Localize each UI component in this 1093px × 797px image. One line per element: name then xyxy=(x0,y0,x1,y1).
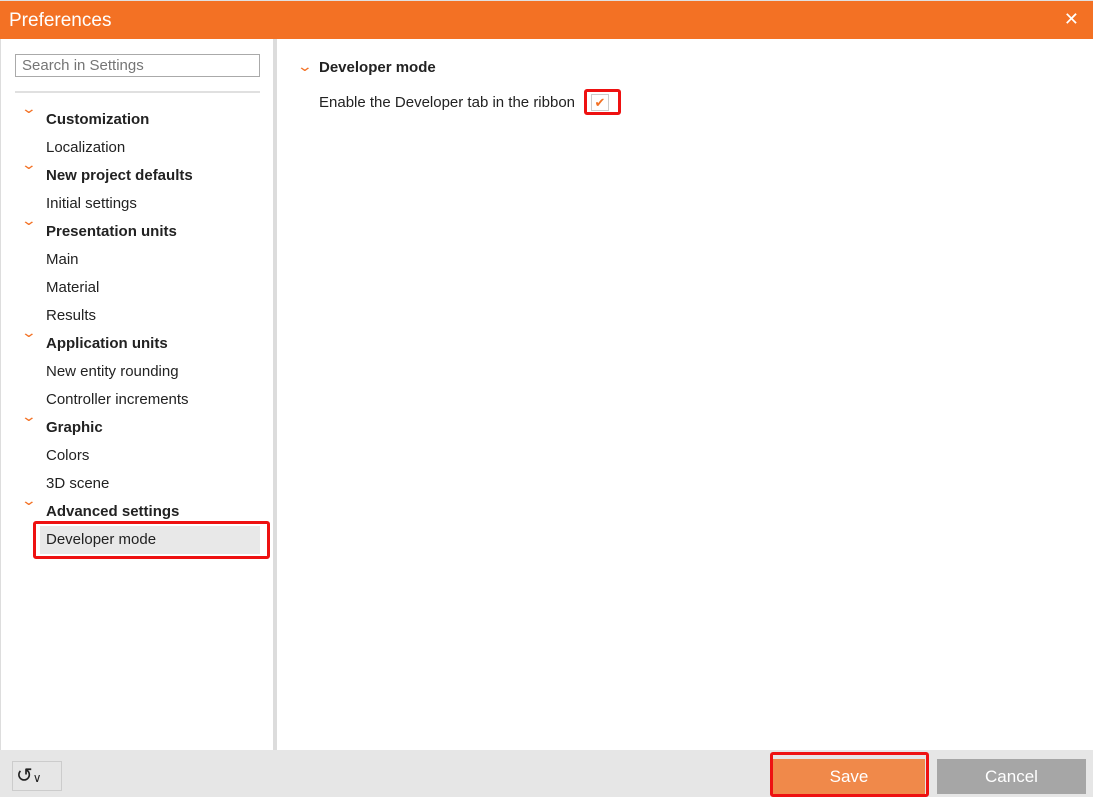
search-input[interactable] xyxy=(15,54,260,77)
pane-splitter[interactable] xyxy=(273,39,277,750)
chevron-down-icon[interactable]: ⌄ xyxy=(21,156,37,173)
chevron-down-icon[interactable]: ⌄ xyxy=(21,324,37,341)
option-label: Enable the Developer tab in the ribbon xyxy=(319,94,576,111)
tree-group[interactable]: Customization xyxy=(40,106,260,134)
tree-item[interactable]: Colors xyxy=(40,442,260,470)
tree-group[interactable]: Graphic xyxy=(40,414,260,442)
divider xyxy=(15,91,260,93)
chevron-down-icon[interactable]: ⌄ xyxy=(297,58,313,75)
tree-item[interactable]: Initial settings xyxy=(40,190,260,218)
tree-item[interactable]: Results xyxy=(40,302,260,330)
save-button[interactable]: Save xyxy=(773,759,925,794)
tree-group[interactable]: Presentation units xyxy=(40,218,260,246)
tree-item[interactable]: Localization xyxy=(40,134,260,162)
section-title: Developer mode xyxy=(319,59,436,76)
tree-item[interactable]: New entity rounding xyxy=(40,358,260,386)
close-icon[interactable]: ✕ xyxy=(1064,9,1079,30)
tree-item[interactable]: 3D scene xyxy=(40,470,260,498)
developer-tab-checkbox[interactable]: ✔ xyxy=(591,94,609,111)
settings-sidebar: ⌄CustomizationLocalization⌄New project d… xyxy=(0,39,274,750)
tree-item[interactable]: Controller increments xyxy=(40,386,260,414)
tree-item[interactable]: Material xyxy=(40,274,260,302)
chevron-down-icon[interactable]: ⌄ xyxy=(21,492,37,509)
chevron-down-icon[interactable]: ⌄ xyxy=(21,408,37,425)
cancel-button[interactable]: Cancel xyxy=(937,759,1086,794)
chevron-down-icon[interactable]: ⌄ xyxy=(21,212,37,229)
tree-item[interactable]: Main xyxy=(40,246,260,274)
tree-item[interactable]: Developer mode xyxy=(40,526,260,554)
tree-group[interactable]: Advanced settings xyxy=(40,498,260,526)
footer: ↺∨ Save Cancel xyxy=(0,750,1093,797)
tree-group[interactable]: Application units xyxy=(40,330,260,358)
check-icon: ✔ xyxy=(594,95,606,110)
reset-dropdown-button[interactable]: ↺∨ xyxy=(12,761,62,791)
window-title: Preferences xyxy=(9,10,112,31)
chevron-down-icon[interactable]: ⌄ xyxy=(21,100,37,117)
tree-group[interactable]: New project defaults xyxy=(40,162,260,190)
reset-icon: ↺ xyxy=(16,765,33,787)
chevron-down-icon: ∨ xyxy=(32,771,42,785)
title-bar: Preferences ✕ xyxy=(0,0,1093,39)
